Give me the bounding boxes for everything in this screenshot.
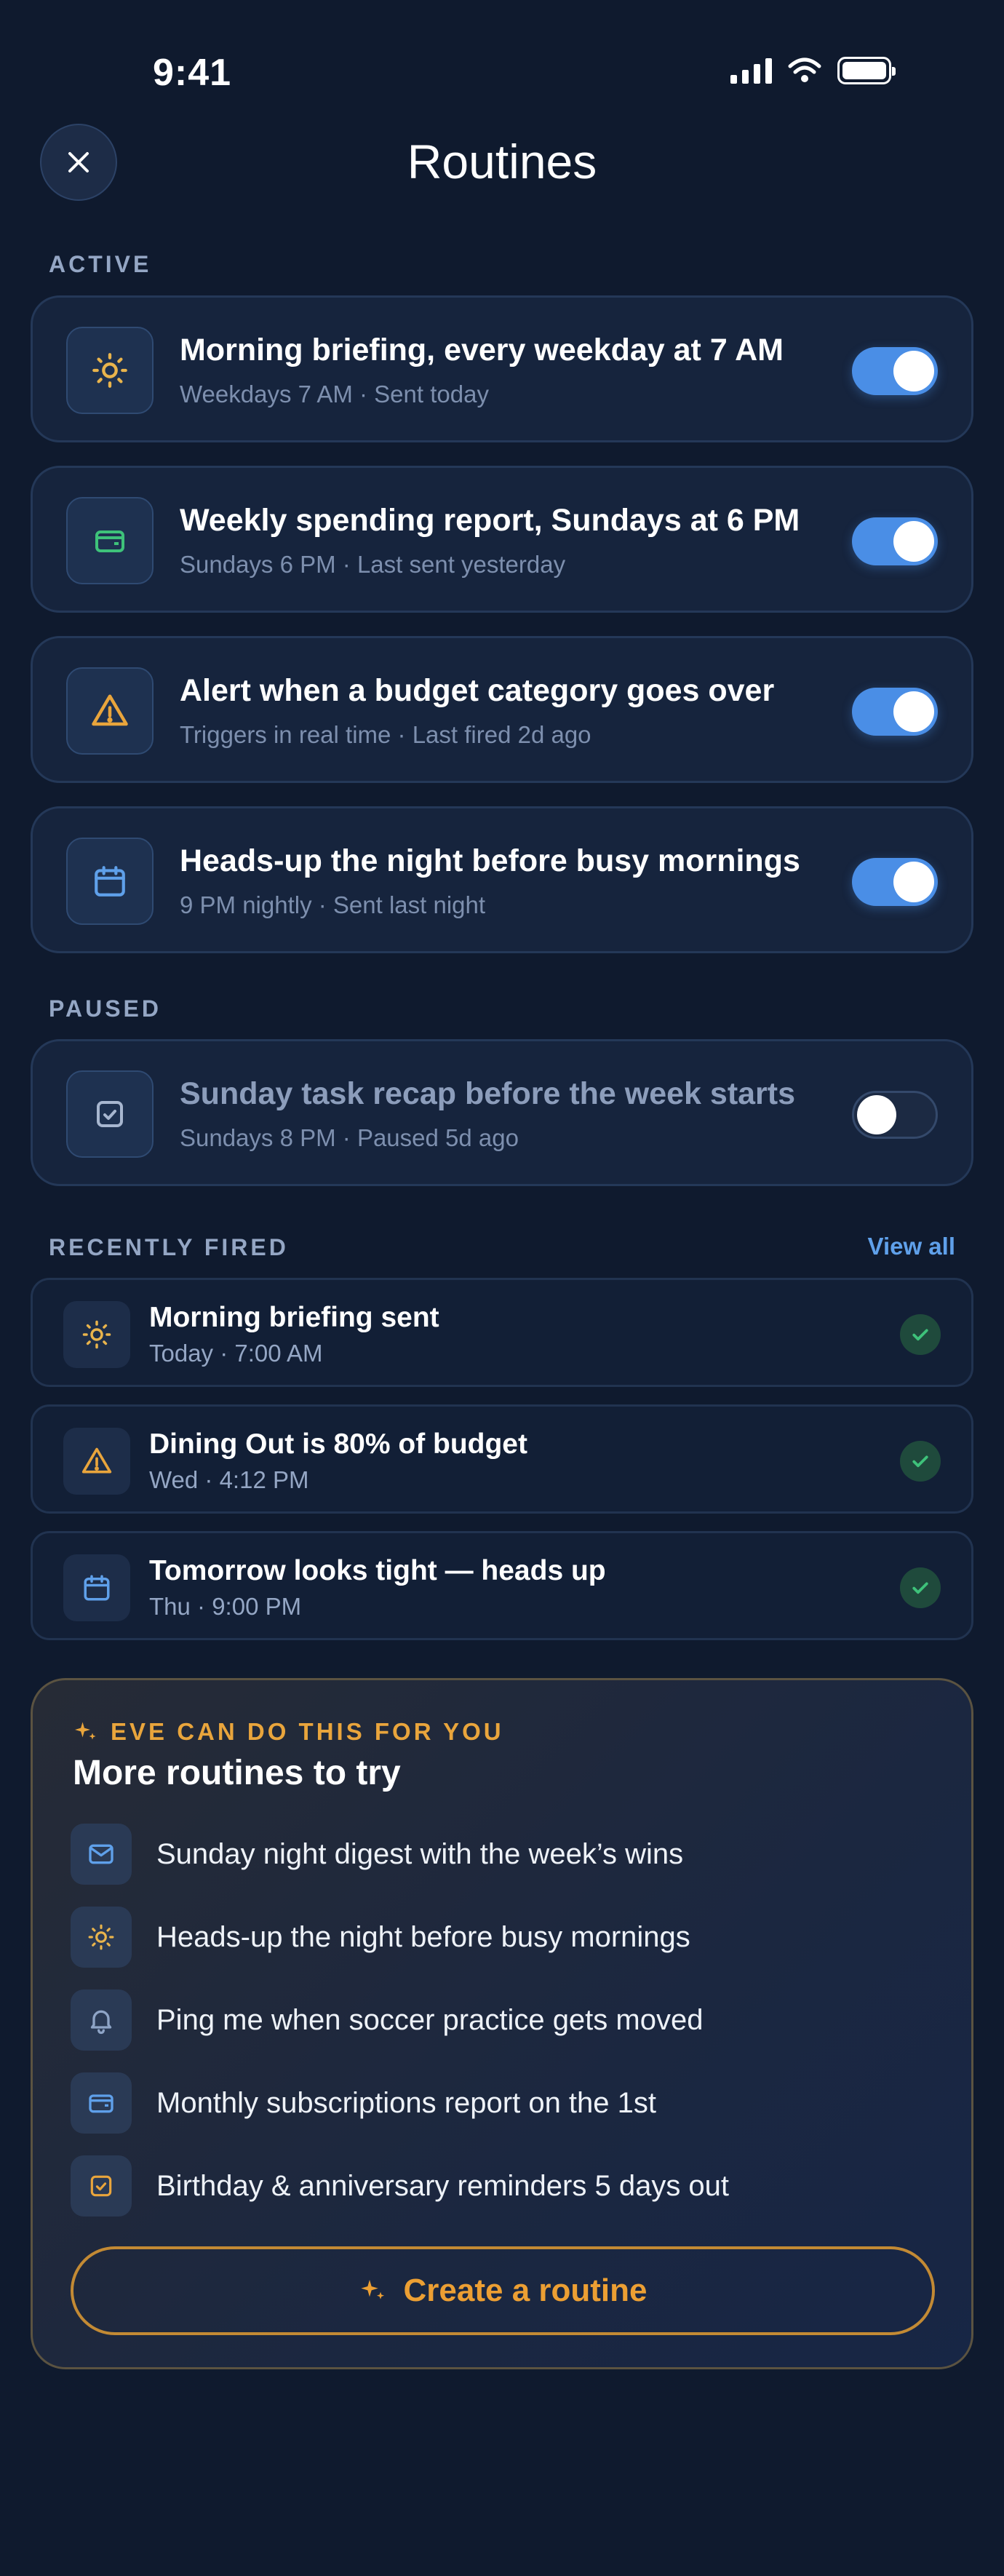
wifi-icon — [788, 57, 821, 82]
routine-toggle[interactable] — [852, 1091, 938, 1139]
suggestion-text: Heads-up the night before busy mornings — [156, 1920, 690, 1953]
suggestions-title: More routines to try — [73, 1754, 401, 1792]
routine-title: Morning briefing, every weekday at 7 AM — [180, 333, 784, 367]
suggestion-item[interactable]: Monthly subscriptions report on the 1st — [71, 2072, 656, 2134]
suggestion-text: Sunday night digest with the week’s wins — [156, 1837, 684, 1870]
suggestion-item[interactable]: Ping me when soccer practice gets moved — [71, 1989, 703, 2051]
suggestion-icon — [71, 1907, 132, 1968]
routine-subtitle: Sundays 8 PM · Paused 5d ago — [180, 1124, 519, 1151]
routine-title: Sunday task recap before the week starts — [180, 1076, 796, 1111]
recent-subtitle: Thu · 9:00 PM — [149, 1593, 302, 1620]
wallet-icon — [95, 530, 124, 552]
recent-title: Tomorrow looks tight — heads up — [149, 1555, 606, 1586]
routine-icon — [66, 1070, 154, 1158]
recent-item[interactable]: Dining Out is 80% of budget Wed · 4:12 P… — [31, 1404, 973, 1514]
sparkle-icon — [360, 2280, 384, 2299]
recent-icon — [63, 1301, 130, 1368]
section-label-recently-fired: RECENTLY FIRED — [49, 1234, 289, 1260]
suggestions-eyebrow-text: EVE CAN DO THIS FOR YOU — [111, 1718, 504, 1745]
page-title: Routines — [407, 135, 597, 188]
suggestion-icon — [71, 1989, 132, 2051]
view-all-link[interactable]: View all — [868, 1233, 955, 1260]
suggestion-item[interactable]: Sunday night digest with the week’s wins — [71, 1823, 683, 1885]
recent-item[interactable]: Tomorrow looks tight — heads up Thu · 9:… — [31, 1531, 973, 1640]
suggestion-item[interactable]: Heads-up the night before busy mornings — [71, 1906, 690, 1968]
routine-card-paused[interactable]: Sunday task recap before the week starts… — [31, 1039, 973, 1186]
section-label-paused: PAUSED — [49, 995, 162, 1022]
routine-toggle[interactable] — [852, 347, 938, 395]
sparkle-icon — [75, 1722, 96, 1740]
bell-icon — [90, 2010, 112, 2035]
sun-icon — [88, 1924, 114, 1950]
suggestion-text: Ping me when soccer practice gets moved — [156, 2003, 704, 2036]
recent-subtitle: Wed · 4:12 PM — [149, 1466, 309, 1493]
suggestion-text: Birthday & anniversary reminders 5 days … — [156, 2169, 730, 2202]
routine-icon — [66, 667, 154, 755]
warning-icon — [81, 1447, 112, 1474]
routine-icon — [66, 838, 154, 925]
calendar-icon — [84, 1575, 110, 1601]
battery-icon — [837, 57, 896, 84]
card-icon — [89, 2094, 113, 2113]
suggestion-icon — [71, 1824, 132, 1885]
sun-icon — [82, 1320, 111, 1349]
routine-title: Alert when a budget category goes over — [180, 673, 775, 708]
checkbox-icon — [90, 2175, 112, 2197]
routine-subtitle: 9 PM nightly · Sent last night — [180, 891, 486, 918]
mail-icon — [89, 1844, 113, 1864]
recent-title: Dining Out is 80% of budget — [149, 1428, 527, 1460]
routine-icon — [66, 327, 154, 414]
warning-icon — [92, 694, 128, 726]
create-routine-label: Create a routine — [403, 2273, 648, 2308]
suggestions-card: EVE CAN DO THIS FOR YOU More routines to… — [31, 1678, 973, 2369]
suggestions-eyebrow: EVE CAN DO THIS FOR YOU — [73, 1718, 504, 1746]
recent-item[interactable]: Morning briefing sent Today · 7:00 AM — [31, 1278, 973, 1387]
suggestion-icon — [71, 2072, 132, 2134]
check-icon — [900, 1441, 941, 1482]
suggestion-icon — [71, 2155, 132, 2217]
routine-card[interactable]: Weekly spending report, Sundays at 6 PM … — [31, 466, 973, 613]
routine-toggle[interactable] — [852, 858, 938, 906]
check-icon — [900, 1567, 941, 1608]
suggestion-text: Monthly subscriptions report on the 1st — [156, 2086, 657, 2119]
routine-card[interactable]: Alert when a budget category goes over T… — [31, 636, 973, 783]
checkbox-icon — [97, 1101, 123, 1127]
routine-subtitle: Weekdays 7 AM · Sent today — [180, 381, 489, 408]
sun-icon — [92, 353, 127, 388]
routine-subtitle: Triggers in real time · Last fired 2d ag… — [180, 721, 591, 748]
routine-title: Weekly spending report, Sundays at 6 PM — [180, 503, 800, 538]
calendar-icon — [95, 866, 125, 897]
routine-toggle[interactable] — [852, 688, 938, 736]
recent-subtitle: Today · 7:00 AM — [149, 1340, 323, 1367]
recent-icon — [63, 1428, 130, 1495]
status-bar: 9:41 — [0, 0, 1004, 109]
recent-title: Morning briefing sent — [149, 1302, 439, 1333]
routine-card[interactable]: Morning briefing, every weekday at 7 AM … — [31, 295, 973, 442]
routine-toggle[interactable] — [852, 517, 938, 565]
cellular-signal-icon — [730, 57, 772, 84]
routine-subtitle: Sundays 6 PM · Last sent yesterday — [180, 551, 566, 578]
section-label-active: ACTIVE — [49, 251, 152, 277]
routine-icon — [66, 497, 154, 584]
create-routine-button[interactable]: Create a routine — [71, 2246, 935, 2335]
recent-icon — [63, 1554, 130, 1621]
check-icon — [900, 1314, 941, 1355]
routine-title: Heads-up the night before busy mornings — [180, 843, 800, 878]
status-icons — [730, 57, 896, 84]
routine-card[interactable]: Heads-up the night before busy mornings … — [31, 806, 973, 953]
status-time: 9:41 — [153, 52, 232, 94]
suggestion-item[interactable]: Birthday & anniversary reminders 5 days … — [71, 2155, 729, 2217]
